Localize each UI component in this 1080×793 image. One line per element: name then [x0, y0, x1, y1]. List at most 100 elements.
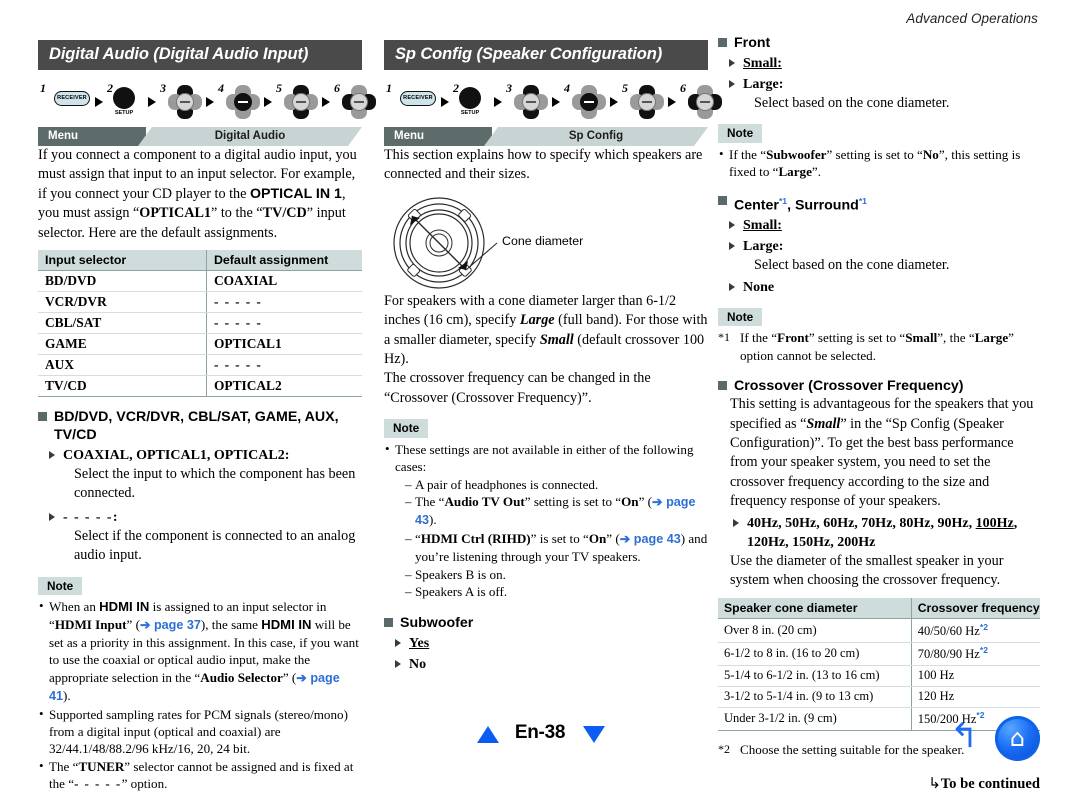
to-be-continued-label: To be continued	[940, 776, 1040, 793]
cell-crossover-frequency: 40/50/60 Hz*2	[910, 618, 1040, 643]
sequence-arrow-3	[206, 97, 214, 107]
setup-button-label: SETUP	[114, 110, 134, 116]
table-row: BD/DVD COAXIAL	[38, 270, 362, 293]
cell-default-assignment: OPTICAL1	[205, 333, 362, 356]
note-item: When an HDMI IN is assigned to an input …	[38, 597, 362, 705]
option-front-desc: Select based on the cone diameter.	[754, 95, 950, 111]
triangle-bullet-icon	[729, 282, 735, 291]
option-center-small-label: Small:	[743, 218, 782, 234]
step-number-4: 4	[218, 81, 224, 95]
cell-input-selector: AUX	[38, 354, 207, 377]
option-coaxial-optical: COAXIAL, OPTICAL1, OPTICAL2:	[48, 446, 362, 465]
nav-pad-icon-6	[688, 85, 722, 119]
note-tag: Note	[384, 419, 429, 438]
table-row: Over 8 in. (20 cm) 40/50/60 Hz*2	[718, 618, 1040, 643]
triangle-bullet-icon	[733, 518, 739, 527]
option-coaxial-optical-label: COAXIAL, OPTICAL1, OPTICAL2:	[63, 448, 290, 464]
paragraph-crossover-after: Use the diameter of the smallest speaker…	[730, 552, 1004, 589]
footnote-marker-1: *1	[778, 195, 788, 206]
section-title-digital-audio: Digital Audio (Digital Audio Input)	[38, 40, 362, 70]
page-link-37[interactable]: ➔ page 37	[140, 618, 201, 632]
next-page-button[interactable]	[583, 726, 605, 743]
continuation-arrow-icon: ↳	[928, 774, 941, 793]
square-bullet-icon	[718, 38, 727, 47]
th-crossover-frequency: Crossover frequency	[910, 598, 1040, 620]
option-crossover-frequencies: 40Hz, 50Hz, 60Hz, 70Hz, 80Hz, 90Hz, 100H…	[732, 514, 1040, 552]
table-default-assignments: Input selector Default assignment BD/DVD…	[38, 250, 362, 398]
cell-input-selector: CBL/SAT	[38, 312, 207, 335]
note-list-front: If the “Subwoofer” setting is set to “No…	[718, 145, 1040, 181]
triangle-bullet-icon	[729, 242, 735, 251]
square-bullet-icon	[38, 412, 47, 422]
option-center-large: Large:	[728, 237, 1040, 256]
heading-center-surround: Center*1, Surround*1	[718, 192, 1040, 215]
setup-dot	[113, 87, 135, 109]
note-item: These settings are not available in eith…	[384, 440, 708, 601]
step-number-1: 1	[40, 81, 46, 95]
cell-cone-diameter: 5-1/4 to 6-1/2 in. (13 to 16 cm)	[718, 665, 912, 687]
cell-default-assignment: OPTICAL2	[205, 375, 362, 398]
footnote-marker-2: *2	[979, 621, 988, 632]
breadcrumb-menu-label: Menu	[38, 127, 146, 146]
heading-surround-label: , Surround	[787, 197, 859, 214]
table-row: AUX - - - - -	[38, 354, 362, 377]
heading-input-selectors: BD/DVD, VCR/DVR, CBL/SAT, GAME, AUX, TV/…	[38, 408, 362, 444]
note-subitem: A pair of headphones is connected.	[405, 476, 708, 494]
cell-input-selector: GAME	[38, 333, 207, 356]
cell-default-assignment: COAXIAL	[205, 270, 362, 293]
option-center-none-label: None	[743, 279, 775, 295]
step-number-1: 1	[386, 81, 392, 95]
breadcrumb-menu-label: Menu	[384, 127, 492, 146]
cell-crossover-frequency: 120 Hz	[910, 686, 1040, 708]
page-link-43[interactable]: ➔ page 43	[620, 532, 681, 546]
triangle-bullet-icon	[49, 512, 55, 521]
sequence-arrow-2	[148, 97, 156, 107]
paragraph-cone-size: For speakers with a cone diameter larger…	[384, 292, 708, 368]
heading-crossover-label: Crossover (Crossover Frequency)	[734, 378, 964, 395]
th-input-selector: Input selector	[38, 250, 207, 272]
heading-subwoofer-label: Subwoofer	[400, 615, 474, 632]
nav-pad-icon-5	[630, 85, 664, 119]
cell-crossover-frequency: 100 Hz	[910, 665, 1040, 687]
breadcrumb-digital-audio: Menu Digital Audio	[38, 127, 362, 146]
paragraph-crossover: This setting is advantageous for the spe…	[730, 396, 1034, 510]
note-tag: Note	[38, 576, 83, 596]
step-number-3: 3	[160, 81, 166, 95]
nav-pad-icon-4	[572, 85, 606, 119]
step-number-6: 6	[334, 81, 340, 95]
note-subitem: The “Audio TV Out” setting is set to “On…	[405, 493, 708, 530]
setup-button-label: SETUP	[460, 110, 480, 116]
table-row: 3-1/2 to 5-1/4 in. (9 to 13 cm) 120 Hz	[718, 686, 1040, 708]
step-number-3: 3	[506, 81, 512, 95]
key-sequence-sp-config: 1 RECEIVER 2 SETUP 3 4 5 6	[384, 79, 722, 123]
key-sequence-digital-audio: 1 RECEIVER 2 SETUP 3 4 5 6	[38, 79, 376, 123]
home-button[interactable]: ⌂	[995, 716, 1040, 761]
table-header-row: Speaker cone diameter Crossover frequenc…	[718, 598, 1040, 620]
option-dashes-desc: Select if the component is connected to …	[74, 527, 356, 564]
breadcrumb-current-label: Digital Audio	[138, 127, 362, 146]
note-item: The “TUNER” selector cannot be assigned …	[38, 757, 362, 793]
triangle-bullet-icon	[49, 451, 55, 460]
note-list-digital-audio: When an HDMI IN is assigned to an input …	[38, 597, 362, 793]
note-item: If the “Subwoofer” setting is set to “No…	[718, 145, 1040, 181]
heading-subwoofer: Subwoofer	[384, 614, 708, 632]
nav-pad-icon-4	[226, 85, 260, 119]
nav-pad-icon-3	[514, 85, 548, 119]
option-center-desc: Select based on the cone diameter.	[754, 257, 950, 274]
triangle-bullet-icon	[395, 639, 401, 648]
page-number-label: En-38	[514, 722, 566, 743]
cell-input-selector: BD/DVD	[38, 270, 207, 293]
back-arrow-icon[interactable]: ↰	[950, 719, 984, 753]
option-front-small-label: Small:	[743, 56, 782, 71]
option-dashes: - - - - -:	[48, 508, 362, 527]
option-subwoofer-yes-label: Yes	[409, 636, 430, 652]
step-number-6: 6	[680, 81, 686, 95]
option-center-small: Small:	[728, 216, 1040, 235]
heading-crossover: Crossover (Crossover Frequency)	[718, 377, 1040, 395]
sequence-arrow-5	[668, 97, 676, 107]
receiver-button-icon: RECEIVER	[54, 91, 90, 106]
th-speaker-cone-diameter: Speaker cone diameter	[718, 598, 912, 620]
crossover-values-part2: 120Hz, 150Hz, 200Hz	[747, 534, 876, 550]
square-bullet-icon	[718, 195, 727, 205]
step-number-5: 5	[276, 81, 282, 95]
